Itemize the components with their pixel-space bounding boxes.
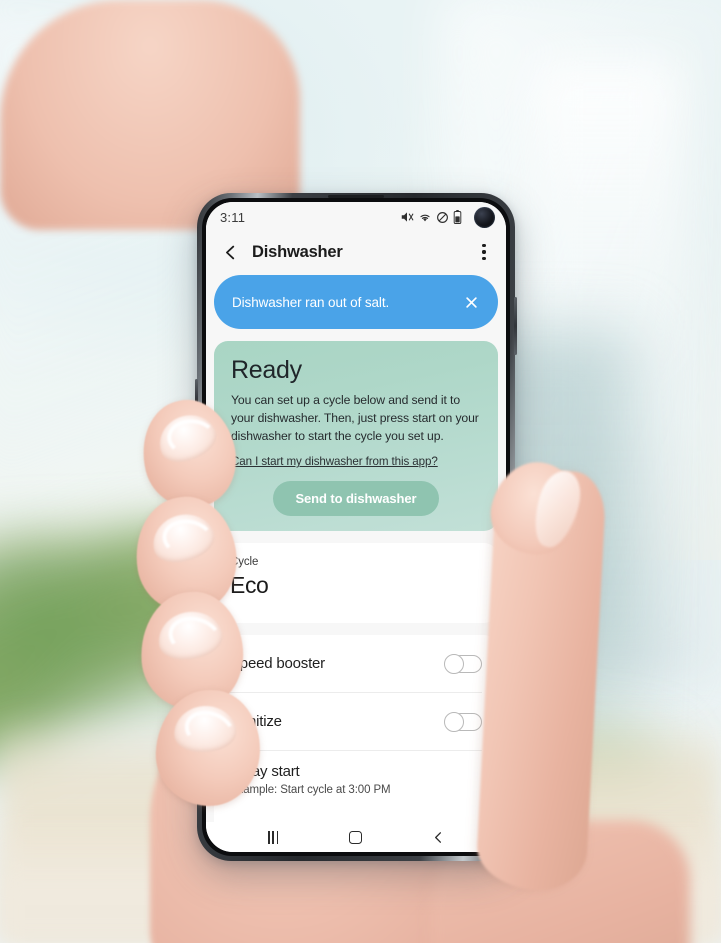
battery-icon xyxy=(453,210,462,224)
bixby-button[interactable] xyxy=(195,379,198,421)
option-row-sanitize[interactable]: Sanitize xyxy=(230,693,482,751)
back-arrow-icon[interactable] xyxy=(218,240,242,264)
back-icon[interactable] xyxy=(419,825,459,849)
system-navigation-bar xyxy=(206,822,506,852)
earpiece-speaker xyxy=(328,195,384,198)
toggle-knob xyxy=(444,711,464,732)
delay-start-title: Delay start xyxy=(230,763,300,780)
close-icon[interactable] xyxy=(460,291,482,313)
option-label: Speed booster xyxy=(230,655,325,672)
recents-icon[interactable] xyxy=(253,825,293,849)
notification-banner[interactable]: Dishwasher ran out of salt. xyxy=(214,275,498,329)
page-title: Dishwasher xyxy=(252,242,343,261)
sanitize-toggle[interactable] xyxy=(444,711,482,732)
help-link[interactable]: Can I start my dishwasher from this app? xyxy=(231,455,438,468)
notification-text: Dishwasher ran out of salt. xyxy=(232,294,390,310)
delay-start-subtitle: Example: Start cycle at 3:00 PM xyxy=(230,784,391,796)
option-row-speed-booster[interactable]: Speed booster xyxy=(230,635,482,693)
status-bar: 3:11 xyxy=(206,202,506,232)
more-options-icon[interactable] xyxy=(472,240,496,264)
status-title: Ready xyxy=(231,356,302,384)
home-icon[interactable] xyxy=(336,825,376,849)
option-row-delay-start[interactable]: Delay start Example: Start cycle at 3:00… xyxy=(230,751,482,796)
volume-button[interactable] xyxy=(195,431,198,503)
toggle-knob xyxy=(444,653,464,674)
power-button[interactable] xyxy=(514,297,517,355)
phone-screen: 3:11 Dishwasher Dishwasher ran out of sa… xyxy=(206,202,506,852)
smartphone-device: 3:11 Dishwasher Dishwasher ran out of sa… xyxy=(195,193,517,861)
status-card: Ready You can set up a cycle below and s… xyxy=(214,341,498,531)
cycle-label: Cycle xyxy=(230,556,259,568)
send-button-wrapper: Send to dishwasher xyxy=(231,481,481,517)
main-content: Dishwasher ran out of salt. Ready You ca… xyxy=(206,272,506,824)
cycle-card[interactable]: Cycle Eco xyxy=(214,543,498,623)
do-not-disturb-icon xyxy=(437,211,448,223)
options-card: Speed booster Sanitize Delay start Examp… xyxy=(214,635,498,824)
option-label: Sanitize xyxy=(230,713,282,730)
wifi-icon xyxy=(420,214,430,222)
send-to-dishwasher-button[interactable]: Send to dishwasher xyxy=(273,481,439,517)
status-icons xyxy=(400,206,495,228)
app-bar: Dishwasher xyxy=(206,232,506,272)
status-time: 3:11 xyxy=(220,209,246,225)
status-description: You can set up a cycle below and send it… xyxy=(231,393,479,443)
volume-mute-icon xyxy=(401,212,414,222)
speed-booster-toggle[interactable] xyxy=(444,653,482,674)
front-camera-punch-hole xyxy=(474,206,495,228)
screenshot-scene: 3:11 Dishwasher Dishwasher ran out of sa… xyxy=(0,0,721,943)
cycle-value: Eco xyxy=(230,572,269,598)
